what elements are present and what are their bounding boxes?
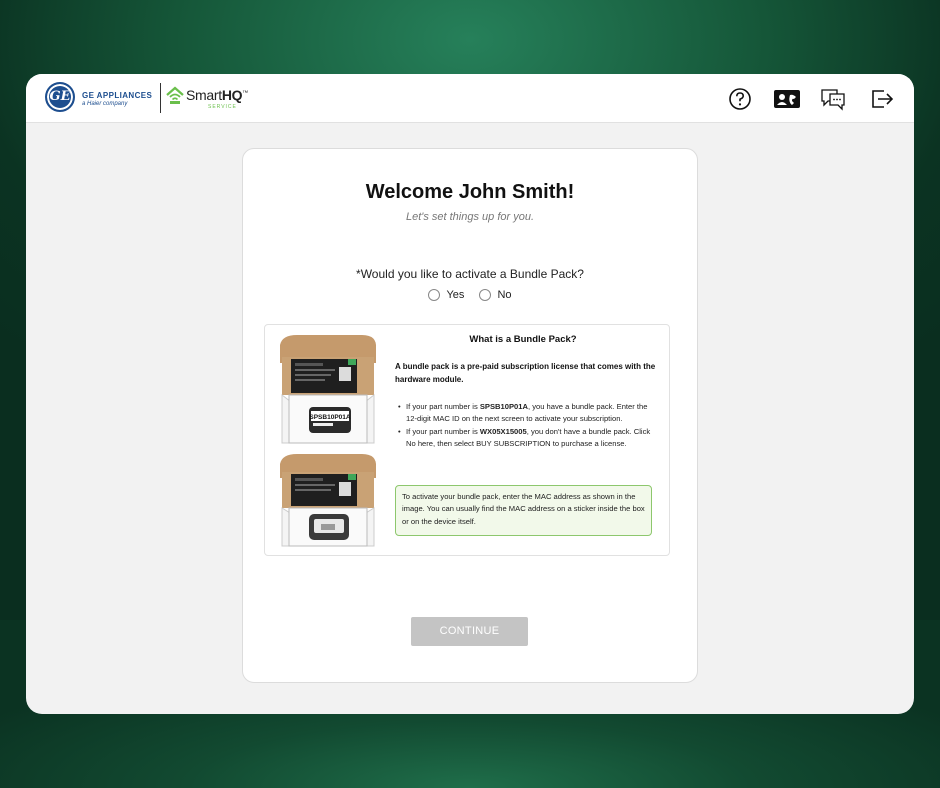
bundle-radio-group: Yes No <box>243 289 697 304</box>
radio-yes[interactable]: Yes <box>428 289 464 301</box>
welcome-heading: Welcome John Smith! <box>365 181 575 203</box>
bundle-box-image-1: SPSB10P01A <box>280 335 377 444</box>
continue-button[interactable]: CONTINUE <box>411 617 528 646</box>
radio-yes-circle[interactable] <box>428 289 441 301</box>
support-chat-icon[interactable] <box>820 86 848 112</box>
smarthq-bold: HQ <box>221 87 243 103</box>
logout-icon[interactable] <box>869 86 895 112</box>
ge-brand-text: GE APPLIANCES a Haier company <box>82 91 153 108</box>
smarthq-sub: SERVICE <box>208 104 237 110</box>
radio-yes-label: Yes <box>446 289 465 301</box>
info-intro: A bundle pack is a pre-paid subscription… <box>395 362 656 384</box>
radio-no[interactable]: No <box>479 289 512 301</box>
info-bullet-1: If your part number is SPSB10P01A, you h… <box>398 401 660 426</box>
welcome-subtitle: Let's set things up for you. <box>405 211 535 223</box>
setup-card: Welcome John Smith! Let's set things up … <box>242 148 698 683</box>
part-number-bundle: SPSB10P01A <box>479 402 528 411</box>
info-title: What is a Bundle Pack? <box>469 334 577 345</box>
contact-card-icon[interactable] <box>773 86 801 112</box>
brand-name: GE APPLIANCES <box>82 91 153 100</box>
smarthq-tm: ™ <box>242 90 248 97</box>
bundle-question: *Would you like to activate a Bundle Pac… <box>356 267 584 281</box>
radio-no-circle[interactable] <box>479 289 492 301</box>
box-label-text: SPSB10P01A <box>309 414 350 421</box>
mac-address-note: To activate your bundle pack, enter the … <box>395 485 652 536</box>
smarthq-prefix: Smart <box>186 87 222 103</box>
bundle-info-box: SPSB10P01A What is a Bundle Pack? A bund… <box>264 324 670 556</box>
smarthq-logo-text: SmartHQ™ SERVICE <box>186 88 248 110</box>
info-list: If your part number is SPSB10P01A, you h… <box>398 401 660 450</box>
ge-logo: GE <box>45 82 75 112</box>
brand-tagline: a Haier company <box>82 101 128 107</box>
part-number-no-bundle: WX05X15005 <box>479 426 527 436</box>
smarthq-logo-icon <box>166 86 184 104</box>
bundle-box-image-2 <box>280 454 377 547</box>
info-bullet-2: If your part number is WX05X15005, you d… <box>398 426 660 451</box>
logo-divider <box>160 83 161 113</box>
top-bar: GE GE APPLIANCES a Haier company SmartHQ… <box>26 74 914 123</box>
app-window: GE GE APPLIANCES a Haier company SmartHQ… <box>26 74 914 714</box>
radio-no-label: No <box>497 289 512 301</box>
help-icon[interactable] <box>727 86 753 112</box>
